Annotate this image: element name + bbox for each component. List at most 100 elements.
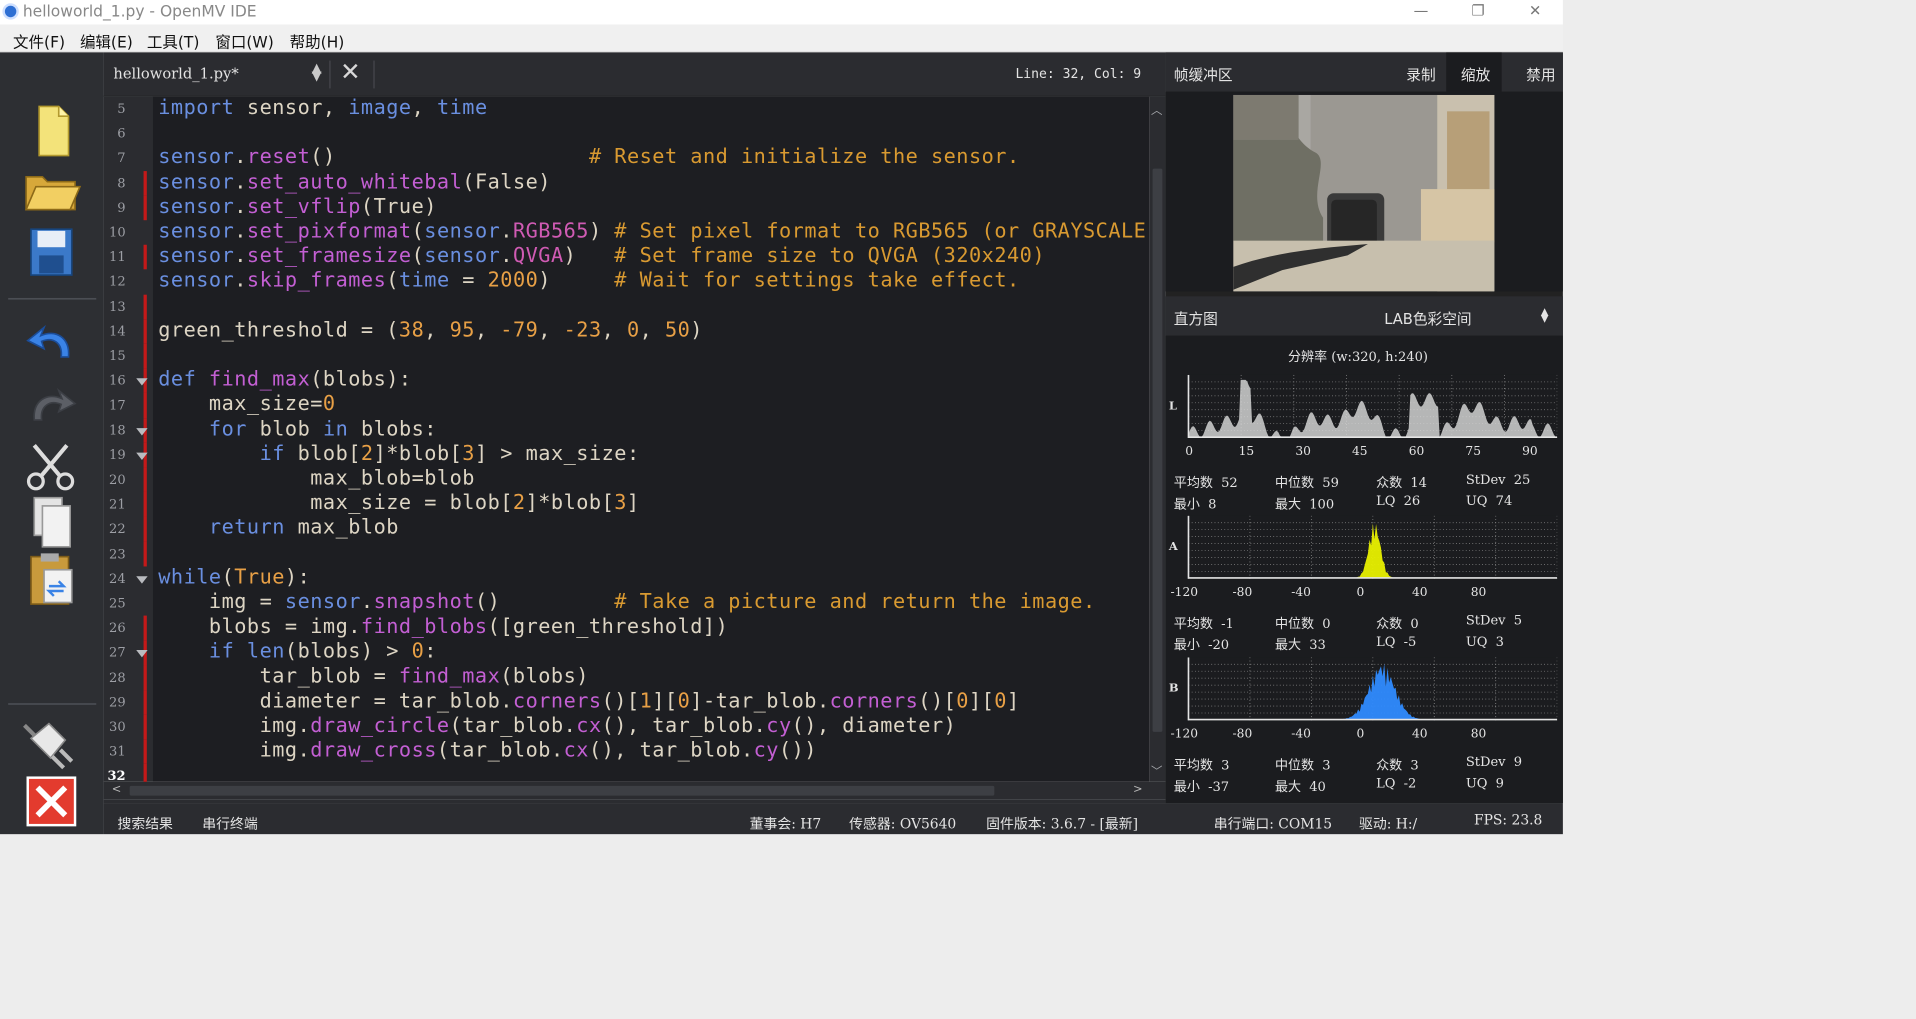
code-line[interactable]: sensor.skip_frames(time = 2000) # Wait f… — [158, 268, 1019, 292]
close-window-button[interactable]: ✕ — [1511, 0, 1560, 25]
code-line[interactable]: for blob in blobs: — [158, 416, 437, 440]
code-token: . — [500, 243, 513, 268]
stat-value: 3 — [1221, 757, 1230, 773]
histogram-plot-B — [1181, 657, 1558, 722]
code-line[interactable]: max_size = blob[2]*blob[3] — [158, 490, 639, 514]
stat-value: -20 — [1208, 636, 1230, 653]
save-icon[interactable] — [20, 223, 84, 282]
menu-edit[interactable]: 编辑(E) — [80, 30, 133, 52]
maximize-button[interactable]: ❐ — [1454, 0, 1503, 25]
code-line[interactable]: img.draw_cross(tar_blob.cx(), tar_blob.c… — [158, 738, 817, 762]
cut-icon[interactable] — [20, 437, 84, 496]
search-results-tab[interactable]: 搜索结果 — [117, 812, 172, 832]
zoom-button[interactable]: 缩放 — [1461, 64, 1490, 85]
menu-file[interactable]: 文件(F) — [13, 30, 65, 52]
code-token: 2 — [512, 490, 526, 515]
line-number: 18 — [109, 422, 126, 438]
disable-button[interactable]: 禁用 — [1526, 64, 1555, 85]
menu-window[interactable]: 窗口(W) — [215, 30, 273, 52]
code-line[interactable]: while(True): — [158, 565, 310, 589]
code-line[interactable]: return max_blob — [158, 515, 399, 539]
histogram-tick-label: 60 — [1408, 443, 1425, 459]
stat-mean: 平均数 3 — [1174, 754, 1230, 774]
scroll-left-arrow-icon[interactable]: < — [112, 783, 122, 796]
code-line[interactable]: green_threshold = (38, 95, -79, -23, 0, … — [158, 317, 703, 341]
menu-help[interactable]: 帮助(H) — [290, 30, 345, 52]
fold-arrow-icon[interactable] — [136, 378, 148, 386]
code-token: (blobs) > — [284, 638, 412, 663]
code-token: set_auto_whitebal — [246, 169, 463, 193]
colorspace-arrows-icon[interactable]: ▲ ▼ — [1541, 306, 1549, 323]
close-file-button[interactable]: ✕ — [340, 59, 361, 87]
line-number: 26 — [109, 619, 126, 636]
file-switch-arrows-icon[interactable]: ▲ ▼ — [312, 61, 322, 82]
firmware-label[interactable]: 固件版本: 3.6.7 - [最新] — [986, 812, 1138, 832]
code-line[interactable]: sensor.set_pixformat(sensor.RGB565) # Se… — [158, 219, 1149, 243]
stat-stdev: StDev 9 — [1466, 754, 1522, 770]
code-line[interactable]: def find_max(blobs): — [158, 367, 411, 391]
connect-icon[interactable] — [20, 714, 84, 773]
drive-label[interactable]: 驱动: H:/ — [1359, 812, 1417, 832]
line-number: 11 — [109, 249, 126, 265]
code-line[interactable]: img = sensor.snapshot() # Take a picture… — [158, 589, 1095, 613]
paste-icon[interactable] — [20, 550, 84, 609]
minimize-button[interactable]: — — [1396, 0, 1445, 25]
serial-terminal-tab[interactable]: 串行终端 — [202, 812, 257, 832]
fold-arrow-icon[interactable] — [136, 427, 148, 436]
code-line[interactable]: sensor.set_vflip(True) — [158, 194, 437, 218]
menu-tools[interactable]: 工具(T) — [147, 30, 200, 52]
code-editor[interactable]: import sensor, image, time sensor.reset()… — [152, 96, 1150, 782]
code-line[interactable]: if blob[2]*blob[3] > max_size: — [158, 441, 640, 465]
code-token: ) — [588, 218, 615, 243]
redo-icon[interactable] — [20, 376, 84, 435]
code-line[interactable]: sensor.set_framesize(sensor.QVGA) # Set … — [158, 243, 1045, 267]
code-token: . — [234, 268, 247, 292]
code-line[interactable]: blobs = img.find_blobs([green_threshold]… — [158, 614, 728, 638]
code-line[interactable]: tar_blob = find_max(blobs) — [158, 664, 589, 688]
vertical-scroll-thumb[interactable] — [1152, 168, 1163, 732]
openmv-logo-icon — [2, 3, 19, 20]
stat-label: 最小 — [1173, 496, 1200, 512]
code-line[interactable]: img.draw_circle(tar_blob.cx(), tar_blob.… — [158, 713, 956, 737]
stat-median: 中位数 0 — [1275, 612, 1331, 632]
horizontal-scroll-thumb[interactable] — [129, 785, 995, 796]
fold-arrow-icon[interactable] — [136, 452, 148, 460]
vertical-scrollbar[interactable]: ︿ ﹀ — [1149, 96, 1166, 782]
code-line[interactable]: if len(blobs) > 0: — [158, 639, 437, 663]
colorspace-select[interactable]: LAB色彩空间 — [1384, 308, 1471, 329]
stat-mode: 众数 0 — [1376, 612, 1419, 632]
code-token: (), diameter) — [791, 713, 957, 737]
code-line[interactable]: max_size=0 — [158, 392, 335, 416]
new-file-icon[interactable] — [20, 102, 84, 161]
code-line[interactable]: diameter = tar_blob.corners()[1][0]-tar_… — [158, 688, 1020, 713]
code-token: QVGA — [512, 243, 564, 268]
record-button[interactable]: 录制 — [1406, 64, 1435, 85]
copy-icon[interactable] — [20, 493, 84, 552]
scroll-right-arrow-icon[interactable]: > — [1133, 783, 1143, 796]
change-marker — [143, 467, 147, 493]
fold-arrow-icon[interactable] — [136, 650, 148, 658]
line-number: 22 — [109, 520, 126, 537]
histogram-tick-label: 80 — [1470, 584, 1487, 600]
code-token: ) — [538, 268, 615, 292]
undo-icon[interactable] — [20, 313, 84, 372]
code-line[interactable]: sensor.reset() # Reset and initialize th… — [158, 144, 1019, 168]
scroll-down-arrow-icon[interactable]: ﹀ — [1151, 763, 1162, 779]
open-folder-icon[interactable] — [20, 159, 84, 218]
file-tab[interactable]: helloworld_1.py* — [113, 65, 238, 82]
code-token: ]-tar_blob. — [690, 688, 830, 713]
stat-value: 3 — [1495, 633, 1504, 650]
horizontal-scrollbar[interactable]: < > — [103, 781, 1166, 800]
code-line[interactable]: import sensor, image, time — [158, 97, 487, 119]
stat-median: 中位数 59 — [1275, 472, 1339, 492]
camera-frame-image — [1233, 94, 1495, 292]
code-token: set_framesize — [246, 243, 412, 268]
code-line[interactable]: sensor.set_auto_whitebal(False) — [158, 169, 551, 193]
histogram-tick-label: 0 — [1356, 726, 1365, 741]
fold-arrow-icon[interactable] — [136, 576, 148, 584]
stop-icon[interactable] — [20, 773, 84, 832]
code-line[interactable]: max_blob=blob — [158, 466, 475, 490]
scroll-up-arrow-icon[interactable]: ︿ — [1151, 102, 1162, 118]
